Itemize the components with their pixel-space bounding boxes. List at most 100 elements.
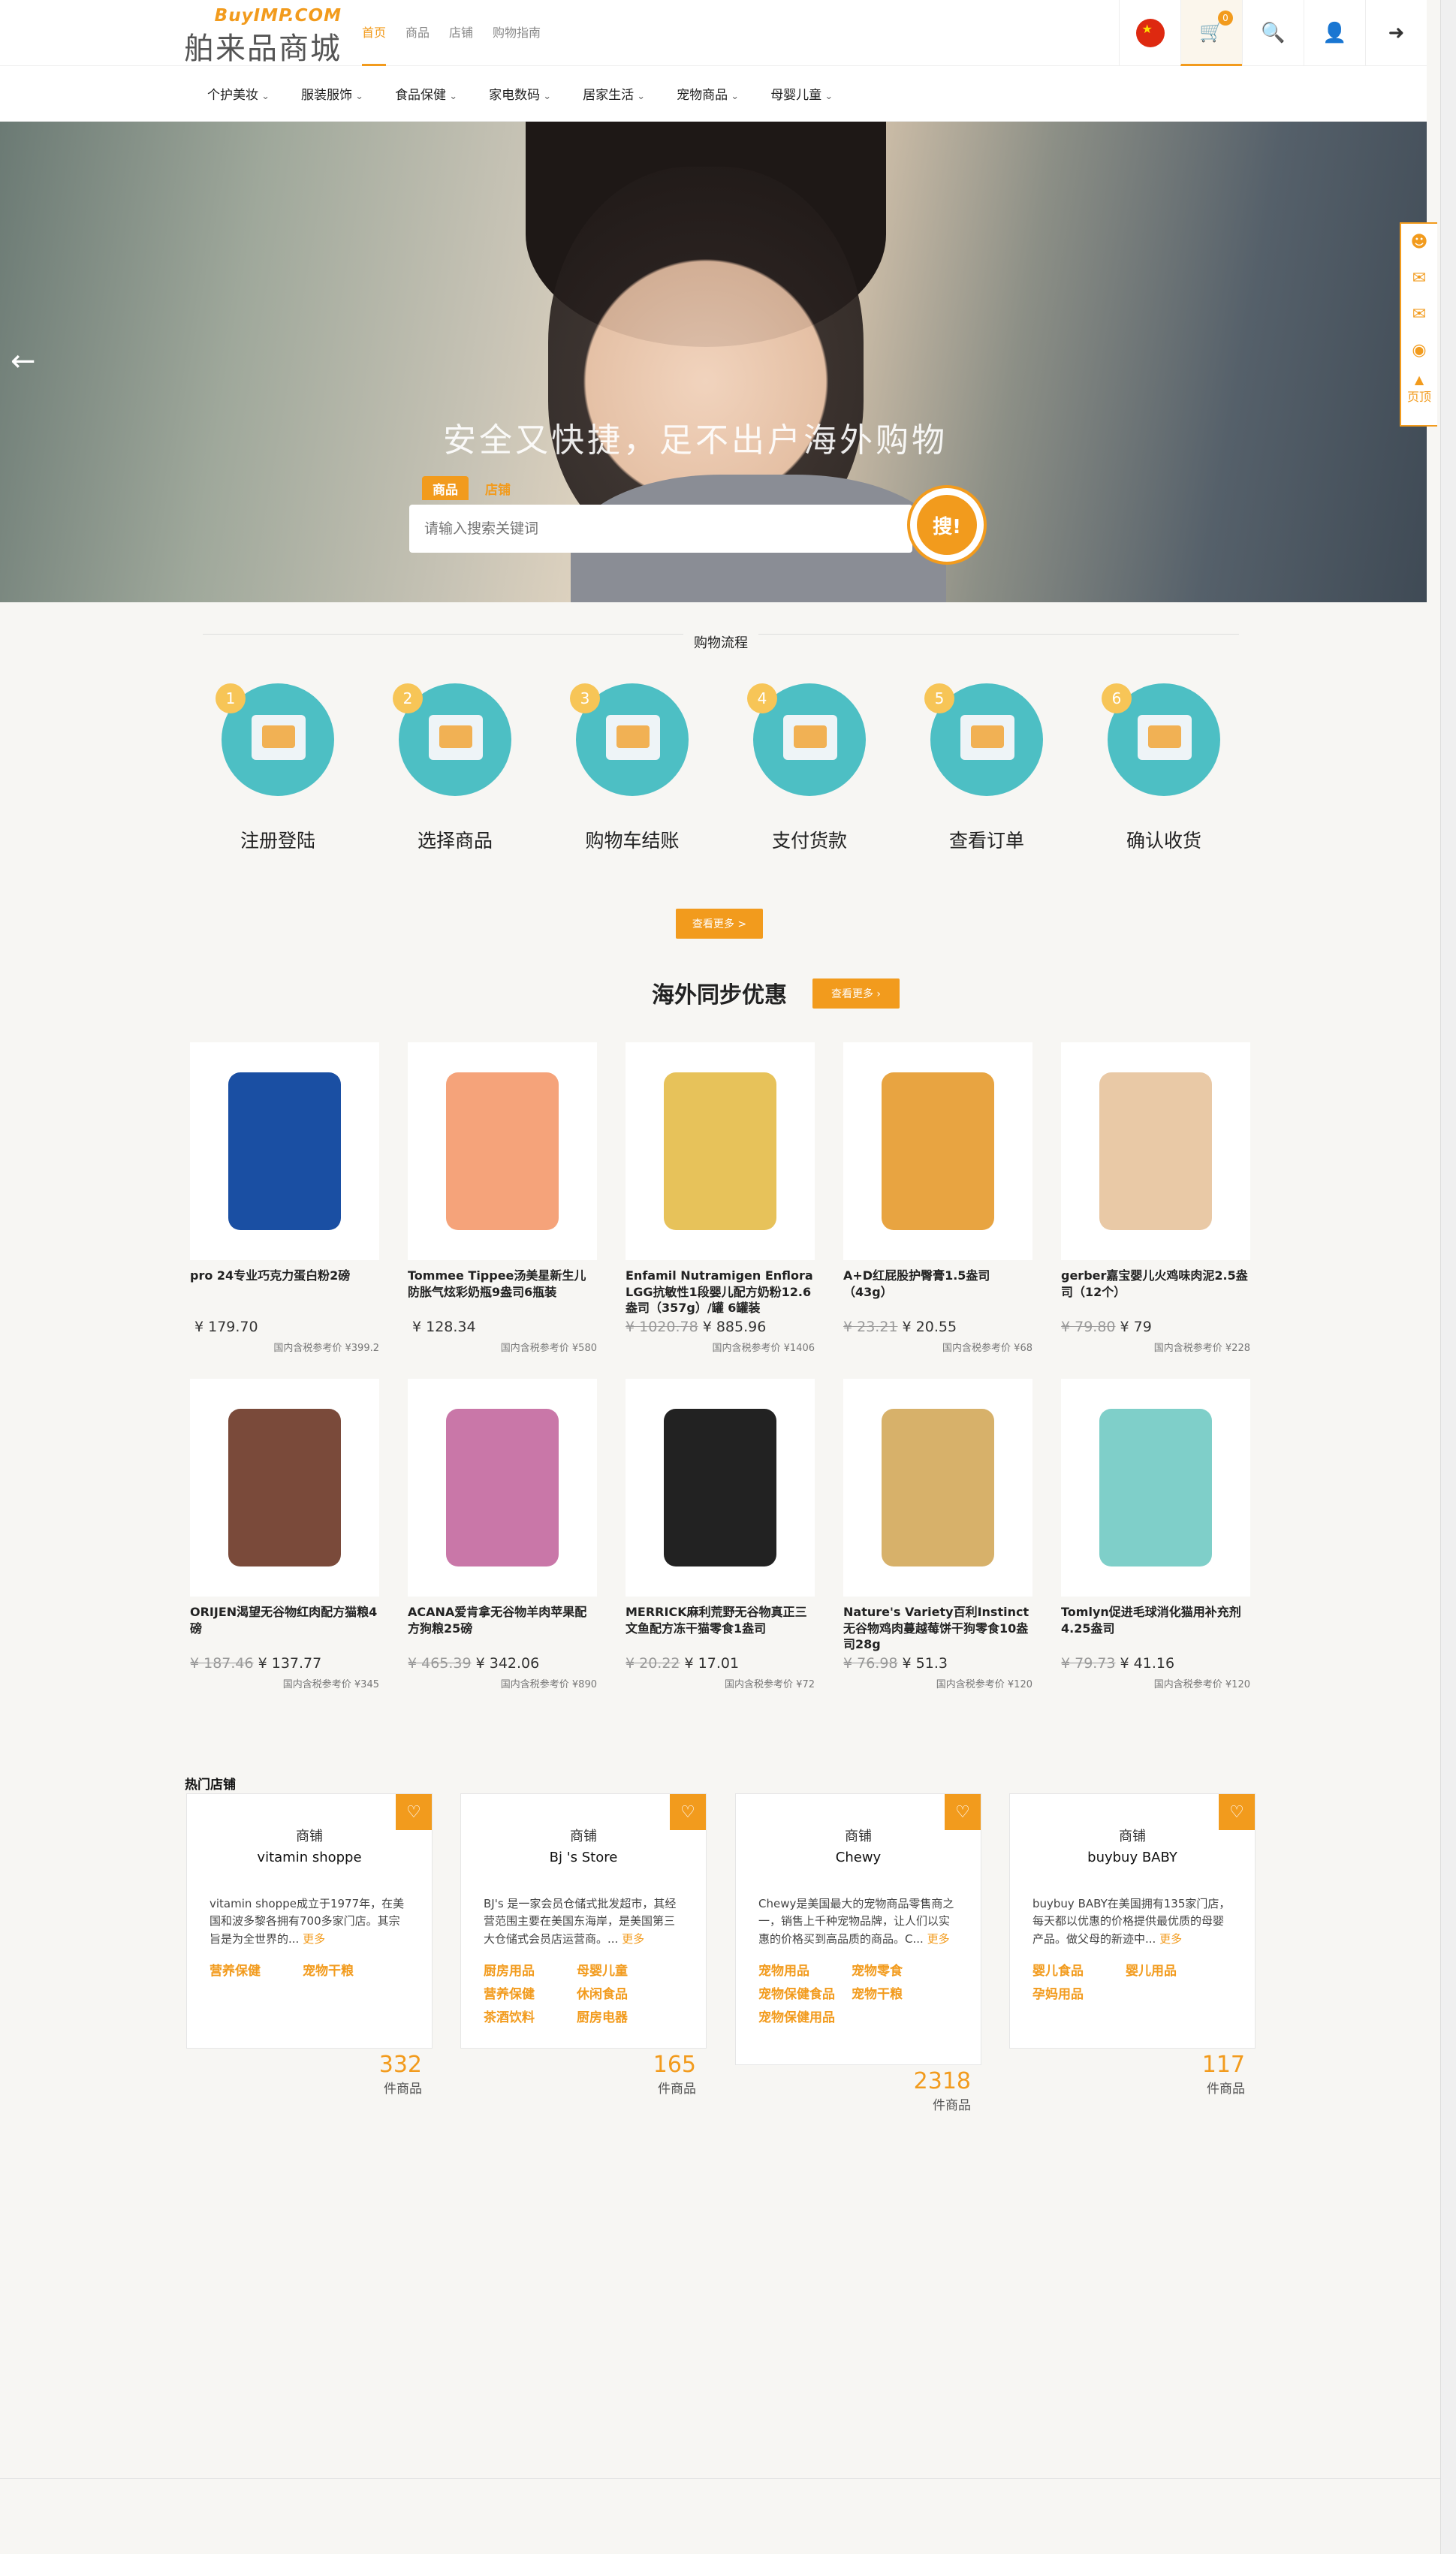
search-tab-stores[interactable]: 店铺 (475, 476, 521, 500)
product-image[interactable] (190, 1042, 379, 1260)
product-card[interactable]: Tommee Tippee汤美星新生儿防胀气炫彩奶瓶9盎司6瓶装 ¥ 128.34… (408, 1042, 597, 1354)
store-category-link[interactable]: 婴儿食品 (1032, 1960, 1126, 1979)
store-count-unit: 件商品 (658, 2082, 696, 2097)
store-more-link[interactable]: 更多 (622, 1932, 644, 1946)
product-name[interactable]: A+D红屁股护臀膏1.5盎司（43g） (843, 1268, 1032, 1316)
register-button[interactable]: 👤 (1304, 0, 1365, 66)
store-category-link[interactable]: 孕妈用品 (1032, 1983, 1126, 2002)
product-name[interactable]: pro 24专业巧克力蛋白粉2磅 (190, 1268, 379, 1316)
weibo-icon[interactable]: ◉ (1401, 332, 1437, 368)
product-name[interactable]: Tomlyn促进毛球消化猫用补充剂4.25盎司 (1061, 1604, 1250, 1652)
product-card[interactable]: MERRICK麻利荒野无谷物真正三文鱼配方冻干猫零食1盎司 ¥ 20.22 ¥ 17… (626, 1379, 815, 1690)
product-card[interactable]: gerber嘉宝婴儿火鸡味肉泥2.5盎司（12个） ¥ 79.80 ¥ 79 国内含税… (1061, 1042, 1250, 1354)
product-name[interactable]: ACANA爱肯拿无谷物羊肉苹果配方狗粮25磅 (408, 1604, 597, 1652)
product-card[interactable]: ACANA爱肯拿无谷物羊肉苹果配方狗粮25磅 ¥ 465.39 ¥ 342.06 国内… (408, 1379, 597, 1690)
qq-icon[interactable]: ☻ (1401, 224, 1437, 260)
back-to-top-button[interactable]: ▲ 页顶 (1401, 372, 1437, 405)
favorite-heart-icon[interactable]: ♡ (1219, 1794, 1255, 1830)
register-step-icon: 1 (216, 683, 334, 796)
product-image[interactable] (1061, 1379, 1250, 1597)
product-image[interactable] (408, 1042, 597, 1260)
wechat-icon[interactable]: ✉ (1401, 260, 1437, 296)
nav-home[interactable]: 首页 (362, 23, 387, 66)
store-category-link[interactable]: 宠物干粮 (852, 1983, 945, 2002)
store-category-link[interactable]: 休闲食品 (577, 1983, 670, 2002)
store-category-link[interactable]: 营养保健 (210, 1960, 303, 1979)
cart-button[interactable]: 🛒 0 (1180, 0, 1242, 66)
product-card[interactable]: A+D红屁股护臀膏1.5盎司（43g） ¥ 23.21 ¥ 20.55 国内含税参考价… (843, 1042, 1032, 1354)
store-category-link[interactable]: 营养保健 (484, 1983, 577, 2002)
favorite-heart-icon[interactable]: ♡ (670, 1794, 706, 1830)
category-list: 个护美妆 服装服饰 食品保健 家电数码 居家生活 宠物商品 母婴儿童 (207, 84, 833, 103)
product-image[interactable] (626, 1042, 815, 1260)
product-image[interactable] (190, 1379, 379, 1597)
email-icon[interactable]: ✉ (1401, 296, 1437, 332)
product-card[interactable]: Enfamil Nutramigen Enflora LGG抗敏性1段婴儿配方奶… (626, 1042, 815, 1354)
page-scrollbar[interactable] (1440, 0, 1456, 2554)
store-more-link[interactable]: 更多 (303, 1932, 325, 1946)
product-photo (882, 1072, 994, 1230)
product-price: ¥ 79.80 ¥ 79 (1061, 1319, 1250, 1335)
store-category-link[interactable]: 宠物零食 (852, 1960, 945, 1979)
product-name[interactable]: gerber嘉宝婴儿火鸡味肉泥2.5盎司（12个） (1061, 1268, 1250, 1316)
category-personal-care[interactable]: 个护美妆 (207, 84, 270, 103)
product-image[interactable] (626, 1379, 815, 1597)
product-card[interactable]: Nature's Variety百利Instinct无谷物鸡肉蔓越莓饼干狗零食1… (843, 1379, 1032, 1690)
category-baby[interactable]: 母婴儿童 (770, 84, 833, 103)
search-submit-button[interactable]: 搜! (907, 485, 987, 565)
search-button[interactable]: 🔍 (1242, 0, 1304, 66)
store-count-number: 2318 (913, 2068, 971, 2094)
product-card[interactable]: ORIJEN渴望无谷物红肉配方猫粮4磅 ¥ 187.46 ¥ 137.77 国内含税参… (190, 1379, 379, 1690)
product-name[interactable]: MERRICK麻利荒野无谷物真正三文鱼配方冻干猫零食1盎司 (626, 1604, 815, 1652)
store-card[interactable]: ♡ 商铺 buybuy BABY buybuy BABY在美国拥有135家门店，每天都… (1009, 1793, 1256, 2049)
store-category-link[interactable]: 厨房电器 (577, 2007, 670, 2025)
deals-more-button[interactable]: 查看更多 › (812, 978, 900, 1009)
nav-stores[interactable]: 店铺 (449, 23, 473, 66)
store-more-link[interactable]: 更多 (1159, 1932, 1182, 1946)
nav-products[interactable]: 商品 (405, 23, 430, 66)
store-category-link[interactable]: 茶酒饮料 (484, 2007, 577, 2025)
store-category-link[interactable]: 宠物保健用品 (758, 2007, 852, 2025)
store-category-link[interactable]: 婴儿用品 (1126, 1960, 1219, 1979)
store-name[interactable]: buybuy BABY (1010, 1850, 1255, 1865)
category-food-health[interactable]: 食品保健 (395, 84, 457, 103)
search-input[interactable] (409, 505, 860, 553)
store-category-link[interactable]: 母婴儿童 (577, 1960, 670, 1979)
site-logo[interactable]: BuyIMP.COM 舶来品商城 (184, 6, 342, 66)
category-pets[interactable]: 宠物商品 (677, 84, 739, 103)
store-name[interactable]: Chewy (736, 1850, 981, 1865)
product-name[interactable]: Tommee Tippee汤美星新生儿防胀气炫彩奶瓶9盎司6瓶装 (408, 1268, 597, 1316)
favorite-heart-icon[interactable]: ♡ (396, 1794, 432, 1830)
product-name[interactable]: ORIJEN渴望无谷物红肉配方猫粮4磅 (190, 1604, 379, 1652)
store-category-link[interactable]: 宠物干粮 (303, 1960, 396, 1979)
product-name[interactable]: Enfamil Nutramigen Enflora LGG抗敏性1段婴儿配方奶… (626, 1268, 815, 1316)
product-image[interactable] (408, 1379, 597, 1597)
store-card[interactable]: ♡ 商铺 Bj 's Store BJ's 是一家会员仓储式批发超市，其经营范围主要在… (460, 1793, 707, 2049)
store-card[interactable]: ♡ 商铺 Chewy Chewy是美国最大的宠物商品零售商之一，销售上千种宠物品牌，让… (735, 1793, 981, 2065)
product-name[interactable]: Nature's Variety百利Instinct无谷物鸡肉蔓越莓饼干狗零食1… (843, 1604, 1032, 1652)
favorite-heart-icon[interactable]: ♡ (945, 1794, 981, 1830)
store-card[interactable]: ♡ 商铺 vitamin shoppe vitamin shoppe成立于1977年，… (186, 1793, 433, 2049)
product-old-price: ¥ 79.80 (1061, 1319, 1116, 1335)
product-image[interactable] (843, 1379, 1032, 1597)
category-clothing[interactable]: 服装服饰 (301, 84, 363, 103)
store-more-link[interactable]: 更多 (927, 1932, 950, 1946)
product-reference-price: 国内含税参考价 ¥68 (942, 1343, 1032, 1354)
login-button[interactable]: ➜ (1365, 0, 1427, 66)
store-category-link[interactable]: 宠物保健食品 (758, 1983, 852, 2002)
product-image[interactable] (1061, 1042, 1250, 1260)
product-card[interactable]: Tomlyn促进毛球消化猫用补充剂4.25盎司 ¥ 79.73 ¥ 41.16 国内含… (1061, 1379, 1250, 1690)
category-home[interactable]: 居家生活 (583, 84, 645, 103)
language-button[interactable] (1119, 0, 1180, 66)
store-name[interactable]: Bj 's Store (461, 1850, 706, 1865)
nav-guide[interactable]: 购物指南 (493, 23, 541, 66)
category-electronics[interactable]: 家电数码 (489, 84, 551, 103)
search-tab-products[interactable]: 商品 (422, 476, 469, 500)
process-more-button[interactable]: 查看更多 > (676, 909, 763, 939)
store-name[interactable]: vitamin shoppe (187, 1850, 432, 1865)
store-category-link[interactable]: 宠物用品 (758, 1960, 852, 1979)
product-image[interactable] (843, 1042, 1032, 1260)
carousel-prev-arrow-icon[interactable]: ← (11, 344, 36, 378)
product-card[interactable]: pro 24专业巧克力蛋白粉2磅 ¥ 179.70 国内含税参考价 ¥399.2 (190, 1042, 379, 1354)
store-category-link[interactable]: 厨房用品 (484, 1960, 577, 1979)
